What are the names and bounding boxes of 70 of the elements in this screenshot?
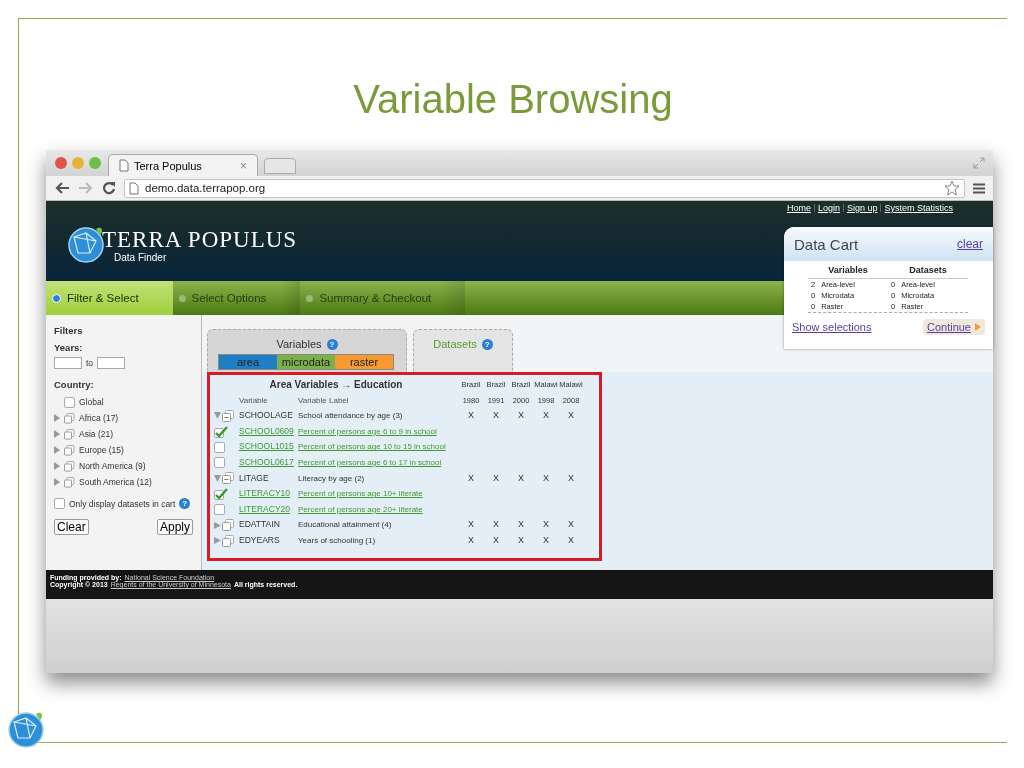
help-button[interactable]: ? — [179, 498, 191, 509]
table-title: Area Variables → Education — [268, 378, 404, 392]
variable-name: EDYEARS — [239, 533, 281, 547]
availability-mark: X — [542, 533, 550, 547]
filter-button[interactable]: Clear — [54, 519, 89, 535]
variable-label: Educational attainment (4) — [298, 519, 393, 532]
country-item[interactable]: South America (12) — [79, 477, 152, 487]
address-field[interactable]: demo.data.terrapop.org — [124, 178, 965, 198]
variable-name: SCHOOLAGE — [239, 409, 294, 423]
continue-button[interactable]: Continue — [922, 319, 985, 335]
country-item[interactable]: Asia (21) — [79, 429, 113, 439]
country-label: Country: — [54, 379, 95, 390]
variable-label: Literacy by age (2) — [298, 472, 366, 485]
help-button[interactable]: ? — [481, 338, 493, 350]
variable-name: EDATTAIN — [239, 518, 281, 532]
browser-tab[interactable]: Terra Populus × — [108, 154, 258, 176]
to-label: to — [86, 358, 94, 368]
availability-mark: X — [492, 518, 500, 532]
availability-mark: X — [492, 533, 500, 547]
column-header: Variable — [239, 394, 269, 407]
url-text[interactable]: demo.data.terrapop.org — [145, 182, 266, 194]
availability-mark: X — [542, 518, 550, 532]
availability-mark: X — [567, 471, 575, 485]
type-tab[interactable]: microdata — [277, 355, 335, 369]
step-tab[interactable]: Filter & Select — [46, 281, 173, 315]
tab-title[interactable]: Terra Populus — [134, 159, 235, 172]
availability-mark: X — [492, 409, 500, 423]
logo-title: TERRA POPULUS — [102, 228, 298, 252]
panel-tab[interactable]: Datasets ? — [413, 329, 513, 372]
availability-mark: X — [467, 409, 475, 423]
availability-mark: X — [567, 518, 575, 532]
availability-mark: X — [467, 518, 475, 532]
filter-button[interactable]: Apply — [156, 519, 193, 535]
variable-label: School attendance by age (3) — [298, 410, 404, 423]
cart-title: Data Cart — [794, 235, 859, 253]
availability-mark: X — [567, 409, 575, 423]
availability-mark: X — [542, 409, 550, 423]
column-header: Datasets — [888, 265, 968, 279]
show-selections-link[interactable]: Show selections — [792, 321, 872, 333]
nav-link[interactable]: Sign up — [846, 203, 878, 213]
column-header: Variable Label — [298, 394, 350, 407]
checkbox-label: Only display datasets in cart — [69, 498, 176, 509]
help-button[interactable]: ? — [326, 338, 338, 350]
country-item[interactable]: North America (9) — [79, 461, 146, 471]
nav-link[interactable]: System Statistics — [884, 203, 953, 213]
availability-mark: X — [517, 533, 525, 547]
availability-mark: X — [492, 471, 500, 485]
years-label: Years: — [54, 342, 84, 353]
availability-mark: X — [517, 471, 525, 485]
panel-tab[interactable]: Variables ? area microdata raster — [207, 329, 407, 372]
availability-mark: X — [517, 409, 525, 423]
column-header: Variables — [808, 265, 888, 279]
availability-mark: X — [467, 533, 475, 547]
type-tab[interactable]: raster — [335, 355, 393, 369]
variable-label: Years of schooling (1) — [298, 534, 377, 547]
nav-link[interactable]: Login — [817, 203, 840, 213]
availability-mark: X — [542, 471, 550, 485]
country-item[interactable]: Global — [79, 397, 104, 407]
variable-name: LITAGE — [239, 471, 270, 485]
slide-title: Variable Browsing — [352, 77, 674, 123]
logo-subtitle: Data Finder — [114, 252, 168, 263]
availability-mark: X — [517, 518, 525, 532]
country-item[interactable]: Europe (15) — [79, 445, 124, 455]
clear-link[interactable]: clear — [957, 237, 983, 251]
availability-mark: X — [467, 471, 475, 485]
nav-link[interactable]: Home — [786, 203, 811, 213]
type-tab[interactable]: area — [219, 355, 277, 369]
filters-heading: Filters — [54, 325, 84, 336]
availability-mark: X — [567, 533, 575, 547]
country-item[interactable]: Africa (17) — [79, 413, 119, 423]
